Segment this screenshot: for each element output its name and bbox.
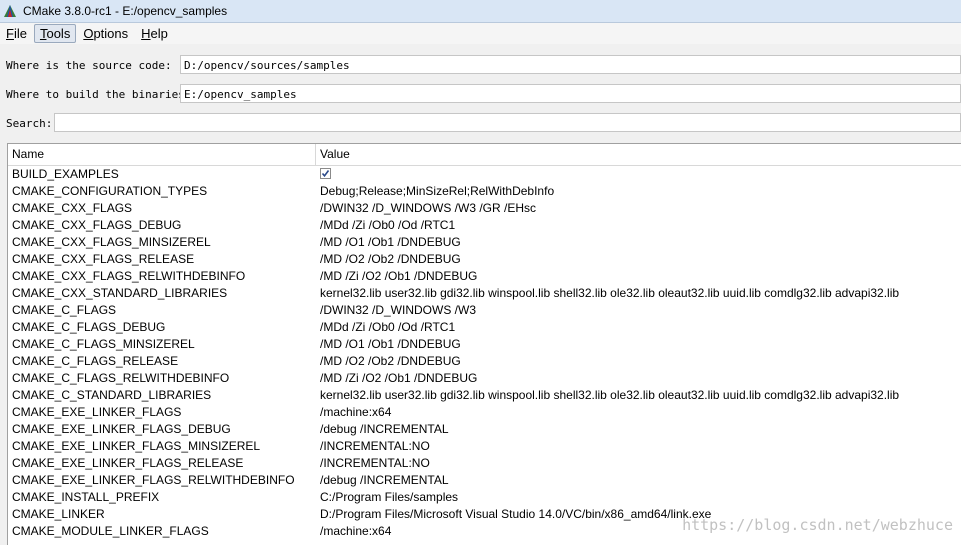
table-row[interactable]: CMAKE_EXE_LINKER_FLAGS_RELWITHDEBINFO/de…: [8, 472, 961, 489]
cache-entries-table: Name Value BUILD_EXAMPLES CMAKE_CONFIGURA…: [7, 143, 961, 545]
entry-name: CMAKE_EXE_LINKER_FLAGS: [12, 405, 182, 419]
entry-name: CMAKE_C_STANDARD_LIBRARIES: [12, 388, 212, 402]
entry-value[interactable]: /machine:x64: [316, 523, 961, 540]
entry-value[interactable]: [316, 166, 961, 183]
entry-value[interactable]: /DWIN32 /D_WINDOWS /W3: [316, 302, 961, 319]
entry-name: CMAKE_CXX_FLAGS: [12, 201, 133, 215]
table-row[interactable]: CMAKE_C_FLAGS_DEBUG/MDd /Zi /Ob0 /Od /RT…: [8, 319, 961, 336]
entry-name: CMAKE_CXX_FLAGS_MINSIZEREL: [12, 235, 211, 249]
menu-item-text: ools: [46, 26, 71, 41]
entry-name: CMAKE_LINKER: [12, 507, 105, 521]
menu-item-text: elp: [150, 26, 168, 41]
menu-item-1[interactable]: Tools: [33, 24, 77, 43]
entry-name: CMAKE_EXE_LINKER_FLAGS_RELWITHDEBINFO: [12, 473, 295, 487]
entry-value[interactable]: /debug /INCREMENTAL: [316, 421, 961, 438]
menu-item-text: ile: [13, 26, 27, 41]
entry-name: CMAKE_CXX_FLAGS_DEBUG: [12, 218, 182, 232]
entry-value[interactable]: kernel32.lib user32.lib gdi32.lib winspo…: [316, 387, 961, 404]
entry-value[interactable]: /MD /Zi /O2 /Ob1 /DNDEBUG: [316, 268, 961, 285]
build-binaries-input[interactable]: E:/opencv_samples: [180, 84, 961, 103]
menu-item-0[interactable]: File: [0, 24, 33, 43]
entry-value[interactable]: /debug /INCREMENTAL: [316, 472, 961, 489]
source-code-input[interactable]: D:/opencv/sources/samples: [180, 55, 961, 74]
entry-value[interactable]: C:/Program Files/samples: [316, 489, 961, 506]
entry-value[interactable]: /DWIN32 /D_WINDOWS /W3 /GR /EHsc: [316, 200, 961, 217]
entry-name: CMAKE_CXX_FLAGS_RELWITHDEBINFO: [12, 269, 246, 283]
entry-value[interactable]: /INCREMENTAL:NO: [316, 455, 961, 472]
table-row[interactable]: CMAKE_EXE_LINKER_FLAGS/machine:x64: [8, 404, 961, 421]
table-row[interactable]: CMAKE_CXX_FLAGS_RELWITHDEBINFO/MD /Zi /O…: [8, 268, 961, 285]
build-binaries-label: Where to build the binaries:: [6, 88, 192, 101]
entry-name: CMAKE_CXX_STANDARD_LIBRARIES: [12, 286, 228, 300]
table-row[interactable]: CMAKE_C_FLAGS_RELWITHDEBINFO/MD /Zi /O2 …: [8, 370, 961, 387]
entry-name: CMAKE_C_FLAGS_MINSIZEREL: [12, 337, 195, 351]
table-row[interactable]: CMAKE_EXE_LINKER_FLAGS_DEBUG/debug /INCR…: [8, 421, 961, 438]
table-row[interactable]: CMAKE_C_STANDARD_LIBRARIES kernel32.lib u…: [8, 387, 961, 404]
table-row[interactable]: CMAKE_CXX_FLAGS_RELEASE/MD /O2 /Ob2 /DND…: [8, 251, 961, 268]
cmake-logo-icon: [4, 5, 16, 17]
table-row[interactable]: CMAKE_CXX_FLAGS_DEBUG/MDd /Zi /Ob0 /Od /…: [8, 217, 961, 234]
entry-value[interactable]: /MD /Zi /O2 /Ob1 /DNDEBUG: [316, 370, 961, 387]
menu-item-mnemonic: H: [141, 26, 151, 41]
table-row[interactable]: CMAKE_CXX_FLAGS/DWIN32 /D_WINDOWS /W3 /G…: [8, 200, 961, 217]
table-row[interactable]: BUILD_EXAMPLES: [8, 166, 961, 183]
search-label: Search:: [6, 117, 53, 130]
entry-name: CMAKE_C_FLAGS_RELWITHDEBINFO: [12, 371, 230, 385]
entry-value[interactable]: /MD /O1 /Ob1 /DNDEBUG: [316, 234, 961, 251]
entry-value[interactable]: /MD /O2 /Ob2 /DNDEBUG: [316, 353, 961, 370]
value-column-header[interactable]: Value: [316, 144, 961, 165]
entry-value[interactable]: /machine:x64: [316, 404, 961, 421]
table-row[interactable]: CMAKE_CONFIGURATION_TYPES Debug;Release;M…: [8, 183, 961, 200]
search-input[interactable]: [54, 113, 961, 132]
table-header: Name Value: [8, 144, 961, 166]
entry-value[interactable]: kernel32.lib user32.lib gdi32.lib winspo…: [316, 285, 961, 302]
entry-value[interactable]: /MD /O2 /Ob2 /DNDEBUG: [316, 251, 961, 268]
title-bar: CMake 3.8.0-rc1 - E:/opencv_samples: [0, 0, 961, 23]
entry-name: BUILD_EXAMPLES: [12, 167, 119, 181]
entry-name: CMAKE_CXX_FLAGS_RELEASE: [12, 252, 195, 266]
source-code-label: Where is the source code:: [6, 59, 172, 72]
checkmark-icon: [321, 170, 330, 178]
table-row[interactable]: CMAKE_CXX_STANDARD_LIBRARIES kernel32.lib…: [8, 285, 961, 302]
name-column-header[interactable]: Name: [8, 144, 316, 165]
entry-name: CMAKE_C_FLAGS: [12, 303, 117, 317]
entry-value[interactable]: Debug;Release;MinSizeRel;RelWithDebInfo: [316, 183, 961, 200]
build-examples-checkbox[interactable]: [320, 168, 331, 180]
table-row[interactable]: CMAKE_EXE_LINKER_FLAGS_MINSIZEREL/INCREM…: [8, 438, 961, 455]
table-row[interactable]: CMAKE_INSTALL_PREFIX C:/Program Files/sam…: [8, 489, 961, 506]
table-body: BUILD_EXAMPLES CMAKE_CONFIGURATION_TYPES D…: [8, 166, 961, 540]
entry-name: CMAKE_C_FLAGS_DEBUG: [12, 320, 166, 334]
entry-name: CMAKE_EXE_LINKER_FLAGS_DEBUG: [12, 422, 231, 436]
entry-value[interactable]: /MDd /Zi /Ob0 /Od /RTC1: [316, 217, 961, 234]
menu-item-3[interactable]: Help: [135, 24, 174, 43]
entry-value[interactable]: /MD /O1 /Ob1 /DNDEBUG: [316, 336, 961, 353]
entry-value[interactable]: D:/Program Files/Microsoft Visual Studio…: [316, 506, 961, 523]
entry-name: CMAKE_MODULE_LINKER_FLAGS: [12, 524, 209, 538]
entry-name: CMAKE_C_FLAGS_RELEASE: [12, 354, 179, 368]
menu-item-text: ptions: [93, 26, 129, 41]
entry-value[interactable]: /INCREMENTAL:NO: [316, 438, 961, 455]
menu-item-2[interactable]: Options: [77, 24, 134, 43]
table-row[interactable]: CMAKE_CXX_FLAGS_MINSIZEREL/MD /O1 /Ob1 /…: [8, 234, 961, 251]
table-row[interactable]: CMAKE_C_FLAGS_RELEASE/MD /O2 /Ob2 /DNDEB…: [8, 353, 961, 370]
table-row[interactable]: CMAKE_MODULE_LINKER_FLAGS/machine:x64: [8, 523, 961, 540]
entry-name: CMAKE_EXE_LINKER_FLAGS_RELEASE: [12, 456, 244, 470]
table-row[interactable]: CMAKE_C_FLAGS/DWIN32 /D_WINDOWS /W3: [8, 302, 961, 319]
table-row[interactable]: CMAKE_C_FLAGS_MINSIZEREL/MD /O1 /Ob1 /DN…: [8, 336, 961, 353]
entry-name: CMAKE_EXE_LINKER_FLAGS_MINSIZEREL: [12, 439, 261, 453]
menu-item-mnemonic: F: [6, 26, 14, 41]
entry-name: CMAKE_CONFIGURATION_TYPES: [12, 184, 208, 198]
menu-bar: File Tools Options Help: [0, 23, 961, 44]
table-row[interactable]: CMAKE_EXE_LINKER_FLAGS_RELEASE/INCREMENT…: [8, 455, 961, 472]
table-row[interactable]: CMAKE_LINKER D:/Program Files/Microsoft V…: [8, 506, 961, 523]
entry-name: CMAKE_INSTALL_PREFIX: [12, 490, 160, 504]
window-title: CMake 3.8.0-rc1 - E:/opencv_samples: [23, 4, 228, 18]
menu-item-mnemonic: O: [83, 26, 94, 41]
entry-value[interactable]: /MDd /Zi /Ob0 /Od /RTC1: [316, 319, 961, 336]
